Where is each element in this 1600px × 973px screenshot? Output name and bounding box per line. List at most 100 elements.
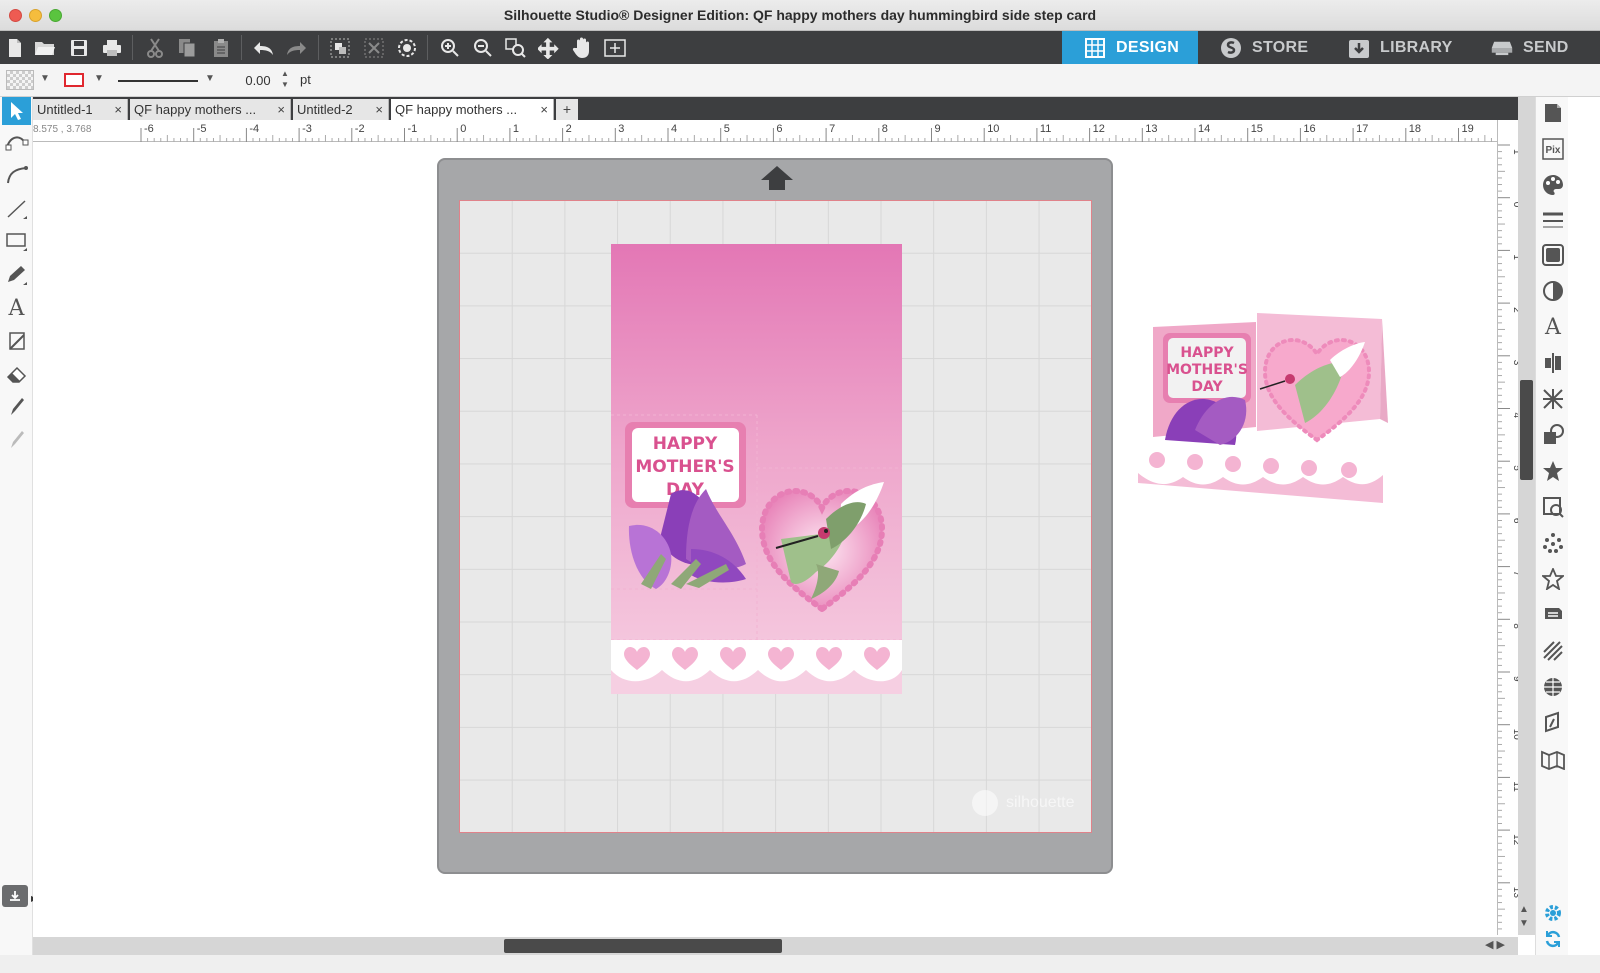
line-style-dropdown-arrow[interactable]: ▼: [205, 73, 215, 84]
eraser-tool-icon[interactable]: [2, 360, 31, 388]
close-tab-icon[interactable]: ×: [540, 99, 548, 120]
line-width-stepper[interactable]: ▲ ▼: [281, 68, 289, 90]
line-color-dropdown-arrow[interactable]: ▼: [94, 73, 104, 84]
watermark-text: silhouette: [1006, 794, 1075, 811]
close-tab-icon[interactable]: ×: [114, 99, 122, 120]
preview-message-line-3: DAY: [1191, 379, 1223, 395]
tab-design[interactable]: DESIGN: [1062, 31, 1198, 64]
close-tab-icon[interactable]: ×: [277, 99, 285, 120]
zoom-fit-icon[interactable]: [503, 35, 529, 60]
sketch-icon[interactable]: [1538, 635, 1568, 667]
gradient-fill-icon[interactable]: [1538, 275, 1568, 307]
offset-star-icon[interactable]: [1538, 455, 1568, 487]
sync-icon[interactable]: [1538, 923, 1568, 955]
window-title: Silhouette Studio® Designer Edition: QF …: [503, 7, 1097, 23]
cursor-coordinate-readout: 8.575 , 3.768: [33, 124, 92, 135]
paste-icon[interactable]: [208, 35, 234, 60]
doc-tab-label: Untitled-1: [37, 102, 93, 117]
line-style-preview[interactable]: [118, 80, 198, 82]
print-icon[interactable]: [99, 35, 125, 60]
finished-card-preview-image[interactable]: HAPPY MOTHER'S DAY: [1135, 305, 1390, 505]
horizontal-scroll-thumb[interactable]: [504, 939, 782, 953]
pan-hand-icon[interactable]: [569, 35, 595, 60]
zoom-out-icon[interactable]: [470, 35, 496, 60]
line-tool-icon[interactable]: [2, 195, 31, 223]
doc-tab-label: QF happy mothers ...: [134, 102, 257, 117]
vertical-scroll-thumb[interactable]: [1520, 380, 1533, 480]
library-panel-toggle-icon[interactable]: [2, 885, 28, 907]
bezier-tool-icon[interactable]: [2, 161, 31, 189]
close-tab-icon[interactable]: ×: [375, 99, 383, 120]
point-edit-tool-icon[interactable]: [2, 129, 31, 157]
svg-text:Pix: Pix: [1545, 145, 1560, 156]
line-color-swatch[interactable]: [64, 73, 84, 87]
ruler-label: 7: [829, 123, 835, 135]
knife-tool-icon[interactable]: [2, 327, 31, 355]
modify-icon[interactable]: [1538, 419, 1568, 451]
nesting-icon[interactable]: [1538, 707, 1568, 739]
ungroup-icon[interactable]: [361, 35, 387, 60]
fill-color-palette-icon[interactable]: [1538, 169, 1568, 201]
copy-icon[interactable]: [174, 35, 200, 60]
message-line-2: MOTHER'S: [635, 457, 734, 477]
move-down-icon[interactable]: [536, 35, 562, 60]
pixscan-icon[interactable]: Pix: [1538, 133, 1568, 165]
doc-tab-untitled-1[interactable]: Untitled-1 ×: [33, 99, 128, 120]
trace-icon[interactable]: [1538, 491, 1568, 523]
cut-icon[interactable]: [142, 35, 168, 60]
replicate-icon[interactable]: [1538, 383, 1568, 415]
silhouette-watermark: silhouette: [972, 790, 1075, 816]
fill-color-swatch[interactable]: [6, 70, 34, 90]
add-page-icon[interactable]: [602, 35, 628, 60]
release-compound-icon[interactable]: [394, 35, 420, 60]
layers-icon[interactable]: [1538, 599, 1568, 631]
library-download-icon: [1348, 38, 1370, 58]
pencil-tool-icon[interactable]: [2, 261, 31, 289]
doc-tab-qf-happy-mothers-2[interactable]: QF happy mothers ... ×: [391, 99, 554, 120]
rectangle-tool-icon[interactable]: [2, 227, 31, 255]
tab-library[interactable]: LIBRARY: [1326, 31, 1469, 64]
add-tab-button[interactable]: +: [556, 99, 578, 120]
doc-tab-qf-happy-mothers-1[interactable]: QF happy mothers ... ×: [130, 99, 291, 120]
rhinestone-icon[interactable]: [1538, 527, 1568, 559]
align-icon[interactable]: [1538, 347, 1568, 379]
ruler-label: 15: [1251, 123, 1263, 135]
favorites-star-icon[interactable]: [1538, 563, 1568, 595]
open-folder-icon[interactable]: [32, 35, 58, 60]
text-tool-icon[interactable]: A: [2, 294, 31, 322]
vertical-scroll-arrows[interactable]: ▲ ▼: [1519, 903, 1529, 931]
text-style-icon[interactable]: A: [1538, 311, 1568, 343]
ruler-label: -3: [302, 123, 312, 135]
design-grid-icon: [1084, 37, 1106, 58]
ruler-label: 14: [1198, 123, 1210, 135]
line-width-unit: pt: [300, 72, 311, 87]
horizontal-scroll-arrows[interactable]: ◀ ▶: [1485, 938, 1505, 951]
eyedropper-tool-icon[interactable]: [2, 425, 31, 453]
undo-icon[interactable]: [250, 35, 276, 60]
title-bar: Silhouette Studio® Designer Edition: QF …: [0, 0, 1600, 31]
card-design[interactable]: HAPPY MOTHER'S DAY: [611, 244, 902, 694]
tab-send[interactable]: SEND: [1469, 31, 1600, 64]
line-style-icon[interactable]: [1538, 204, 1568, 236]
tab-store[interactable]: STORE: [1198, 31, 1326, 64]
save-icon[interactable]: [66, 35, 92, 60]
message-line-1: HAPPY: [653, 434, 718, 454]
fill-dropdown-arrow[interactable]: ▼: [40, 73, 50, 84]
print-and-cut-icon[interactable]: [1538, 743, 1568, 775]
new-file-icon[interactable]: [2, 35, 28, 60]
vertical-scrollbar[interactable]: [1518, 97, 1535, 935]
line-width-input[interactable]: 0.00: [238, 71, 278, 91]
ruler-label: -5: [197, 123, 207, 135]
page-setup-icon[interactable]: [1538, 97, 1568, 129]
zoom-in-icon[interactable]: [437, 35, 463, 60]
redo-icon[interactable]: [284, 35, 310, 60]
3d-mesh-icon[interactable]: [1538, 671, 1568, 703]
tab-send-label: SEND: [1523, 38, 1569, 56]
ruler-label: 3: [618, 123, 624, 135]
pen-tool-icon[interactable]: [2, 392, 31, 420]
fill-pattern-icon[interactable]: [1538, 239, 1568, 271]
tab-design-label: DESIGN: [1116, 38, 1180, 56]
select-tool-icon[interactable]: [2, 97, 31, 125]
group-icon[interactable]: [327, 35, 353, 60]
doc-tab-untitled-2[interactable]: Untitled-2 ×: [293, 99, 389, 120]
